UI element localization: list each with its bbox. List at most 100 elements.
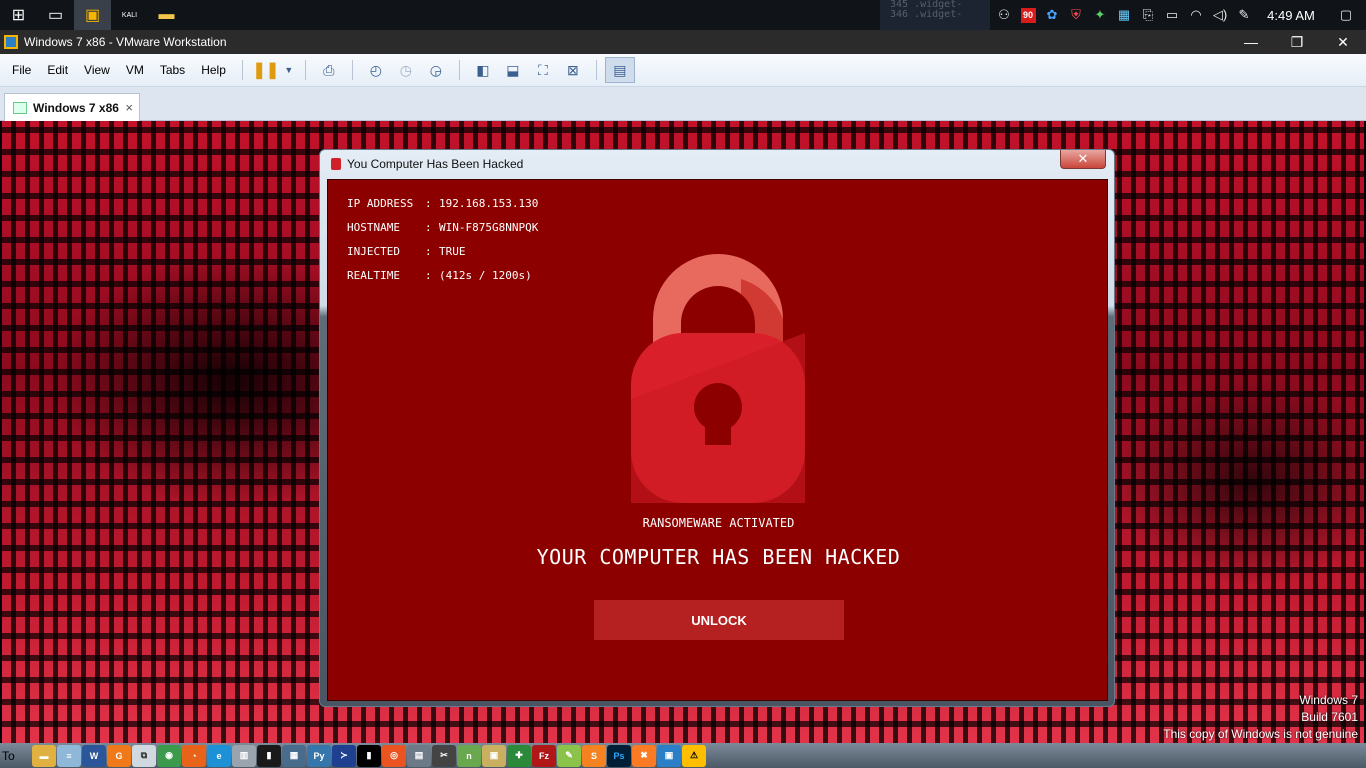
vmware-taskbar-icon[interactable]: ▣ bbox=[74, 0, 111, 30]
minimize-button[interactable]: — bbox=[1228, 30, 1274, 54]
calculator-app-icon[interactable]: ▦ bbox=[282, 744, 306, 767]
vmware-tabbar: Windows 7 x86 × bbox=[0, 87, 1366, 121]
menu-vm[interactable]: VM bbox=[118, 54, 152, 87]
volume-icon[interactable]: ◁) bbox=[1208, 0, 1232, 30]
snapshot-manager-icon[interactable]: ◶ bbox=[421, 57, 451, 83]
dialog-close-button[interactable]: ✕ bbox=[1060, 150, 1106, 169]
send-ctrl-alt-del-icon[interactable]: ⎙ bbox=[314, 57, 344, 83]
revert-snapshot-icon[interactable]: ◷ bbox=[391, 57, 421, 83]
sandbox-app-icon[interactable]: ▣ bbox=[482, 744, 506, 767]
show-library-icon[interactable]: ◧ bbox=[468, 57, 498, 83]
info-separator: : bbox=[425, 245, 432, 258]
foxit-app-icon[interactable]: G bbox=[107, 744, 131, 767]
tab-windows-7-x86[interactable]: Windows 7 x86 × bbox=[4, 93, 140, 121]
settings-tray-icon[interactable]: ✿ bbox=[1040, 0, 1064, 30]
sublime-app-icon[interactable]: S bbox=[582, 744, 606, 767]
windows-genuine-notice: Windows 7 Build 7601 This copy of Window… bbox=[1163, 693, 1358, 741]
notepad-plus-app-icon[interactable]: ✎ bbox=[557, 744, 581, 767]
toolbar-separator bbox=[304, 60, 306, 80]
wifi-icon[interactable]: ◠ bbox=[1184, 0, 1208, 30]
cmd-app-icon[interactable]: ▮ bbox=[257, 744, 281, 767]
console-view-icon[interactable]: ▤ bbox=[604, 57, 635, 83]
status-subtitle: RANSOMEWARE ACTIVATED bbox=[642, 516, 795, 530]
thumbnail-bar-icon[interactable]: ⬓ bbox=[498, 57, 528, 83]
info-row-ip: IP ADDRESS : 192.168.153.130 bbox=[347, 197, 538, 221]
terminal-app-icon[interactable]: ▮ bbox=[357, 744, 381, 767]
background-code-editor: 345 .widget- 346 .widget- bbox=[880, 0, 990, 30]
ransomware-dialog: You Computer Has Been Hacked ✕ IP ADDRES… bbox=[319, 149, 1115, 707]
toolbar-separator bbox=[595, 60, 597, 80]
photoshop-app-icon[interactable]: Ps bbox=[607, 744, 631, 767]
clock[interactable]: 4:49 AM bbox=[1256, 8, 1326, 23]
headline: YOUR COMPUTER HAS BEEN HACKED bbox=[536, 545, 901, 569]
notification-badge: 90 bbox=[1020, 7, 1036, 23]
menu-view[interactable]: View bbox=[76, 54, 118, 87]
dialog-title: You Computer Has Been Hacked bbox=[347, 157, 524, 171]
window-title: Windows 7 x86 - VMware Workstation bbox=[24, 35, 227, 49]
power-dropdown-icon[interactable]: ▼ bbox=[281, 57, 297, 83]
explorer-app-icon[interactable]: ▬ bbox=[32, 744, 56, 767]
info-separator: : bbox=[425, 197, 432, 210]
menu-edit[interactable]: Edit bbox=[39, 54, 76, 87]
info-row-realtime: REALTIME : (412s / 1200s) bbox=[347, 269, 538, 293]
toolbox-app-icon[interactable]: ▥ bbox=[232, 744, 256, 767]
notepad-app-icon[interactable]: ≡ bbox=[57, 744, 81, 767]
unlock-button[interactable]: UNLOCK bbox=[594, 600, 844, 640]
close-button[interactable]: ✕ bbox=[1320, 30, 1366, 54]
shield-icon[interactable]: ⛨ bbox=[1064, 0, 1088, 30]
info-value: (412s / 1200s) bbox=[439, 269, 532, 282]
task-view-icon[interactable]: ▭ bbox=[37, 0, 74, 30]
padlock-icon bbox=[631, 254, 805, 503]
restore-button[interactable]: ❐ bbox=[1274, 30, 1320, 54]
action-center-icon[interactable]: ▢ bbox=[1326, 0, 1366, 30]
tab-label: Windows 7 x86 bbox=[33, 100, 119, 115]
file-explorer-icon[interactable]: ▬ bbox=[148, 0, 185, 30]
take-snapshot-icon[interactable]: ◴ bbox=[361, 57, 391, 83]
toolbar-separator bbox=[351, 60, 353, 80]
firefox-app-icon[interactable]: ◔ bbox=[182, 744, 206, 767]
ubuntu-app-icon[interactable]: ◎ bbox=[382, 744, 406, 767]
info-key: REALTIME bbox=[347, 269, 400, 282]
host-taskbar: ⊞ ▭ ▣ KALI ▬ 345 .widget- 346 .widget- ⚇… bbox=[0, 0, 1366, 30]
tools-app-icon[interactable]: ✂ bbox=[432, 744, 456, 767]
network-app-icon[interactable]: ⧉ bbox=[132, 744, 156, 767]
toolbar-separator bbox=[241, 60, 243, 80]
full-screen-icon[interactable]: ⛶ bbox=[528, 57, 558, 83]
sync-icon[interactable]: ✦ bbox=[1088, 0, 1112, 30]
victim-info: IP ADDRESS : 192.168.153.130 HOSTNAME : … bbox=[347, 197, 538, 293]
people-icon[interactable]: ⚇ bbox=[992, 0, 1016, 30]
usb-icon[interactable]: ⎘ bbox=[1136, 0, 1160, 30]
archive-app-icon[interactable]: ▤ bbox=[407, 744, 431, 767]
python-app-icon[interactable]: Py bbox=[307, 744, 331, 767]
vmware-app-icon bbox=[4, 35, 18, 49]
windows-start-icon[interactable]: ⊞ bbox=[0, 0, 37, 30]
xampp-app-icon[interactable]: ✖ bbox=[632, 744, 656, 767]
info-key: HOSTNAME bbox=[347, 221, 400, 234]
info-value: TRUE bbox=[439, 245, 466, 258]
generic-app-icon[interactable]: ⚠ bbox=[682, 744, 706, 767]
info-key: INJECTED bbox=[347, 245, 400, 258]
vmware-guest-app-icon[interactable]: ▣ bbox=[657, 744, 681, 767]
dialog-titlebar[interactable]: You Computer Has Been Hacked ✕ bbox=[320, 150, 1114, 178]
filezilla-app-icon[interactable]: Fz bbox=[532, 744, 556, 767]
pause-icon[interactable]: ❚❚ bbox=[251, 57, 281, 83]
chrome-app-icon[interactable]: ◉ bbox=[157, 744, 181, 767]
word-app-icon[interactable]: W bbox=[82, 744, 106, 767]
node-app-icon[interactable]: n bbox=[457, 744, 481, 767]
kali-taskbar-icon[interactable]: KALI bbox=[111, 0, 148, 30]
tab-close-icon[interactable]: × bbox=[125, 100, 133, 115]
powershell-app-icon[interactable]: ≻ bbox=[332, 744, 356, 767]
unity-icon[interactable]: ⊠ bbox=[558, 57, 588, 83]
menu-file[interactable]: File bbox=[4, 54, 39, 87]
puzzle-app-icon[interactable]: ✚ bbox=[507, 744, 531, 767]
notification-counter-icon[interactable]: 90 bbox=[1016, 0, 1040, 30]
guest-taskbar: To ▬ ≡ W G ⧉ ◉ ◔ e ▥ ▮ ▦ Py ≻ ▮ ◎ ▤ ✂ n … bbox=[0, 743, 1366, 768]
network-app-icon[interactable]: ▦ bbox=[1112, 0, 1136, 30]
menu-help[interactable]: Help bbox=[193, 54, 234, 87]
info-row-hostname: HOSTNAME : WIN-F875G8NNPQK bbox=[347, 221, 538, 245]
battery-icon[interactable]: ▭ bbox=[1160, 0, 1184, 30]
menu-tabs[interactable]: Tabs bbox=[152, 54, 193, 87]
pen-icon[interactable]: ✎ bbox=[1232, 0, 1256, 30]
guest-taskbar-label: To bbox=[2, 748, 15, 763]
ie-app-icon[interactable]: e bbox=[207, 744, 231, 767]
